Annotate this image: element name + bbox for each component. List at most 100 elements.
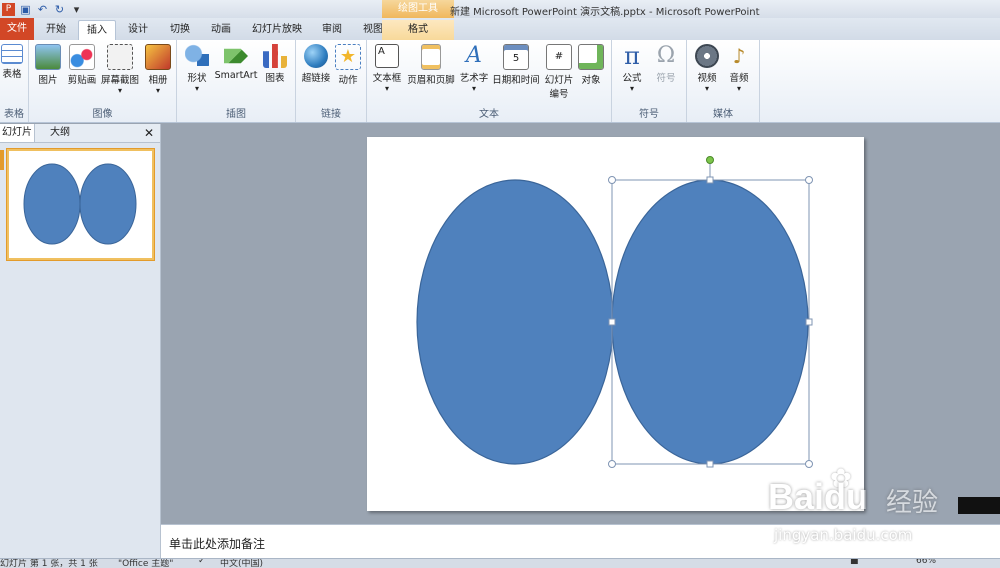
handle-bottom-left[interactable] bbox=[608, 460, 616, 468]
view-normal-icon[interactable]: ■ bbox=[850, 559, 859, 566]
chevron-down-icon: ▾ bbox=[155, 86, 160, 95]
chevron-down-icon: ▾ bbox=[117, 86, 122, 95]
slide-thumbnail[interactable] bbox=[7, 149, 154, 260]
jingyan-text: 经验 bbox=[886, 488, 939, 518]
close-icon[interactable]: ✕ bbox=[142, 124, 156, 142]
textbox-button[interactable]: A 文本框 ▾ bbox=[371, 44, 403, 93]
group-illustrations-label: 插图 bbox=[226, 109, 246, 120]
tab-outline[interactable]: 大纲 bbox=[40, 124, 80, 142]
wordart-label: 艺术字 bbox=[459, 73, 489, 84]
save-icon[interactable]: ▣ bbox=[19, 3, 32, 16]
screenshot-button[interactable]: 屏幕截图 ▾ bbox=[99, 44, 141, 95]
group-table: 表格 表格 bbox=[0, 40, 29, 122]
tab-transitions[interactable]: 切换 bbox=[164, 20, 196, 40]
tab-animations[interactable]: 动画 bbox=[205, 20, 237, 40]
ribbon-tab-row: 开始 插入 设计 切换 动画 幻灯片放映 审阅 视图 格式 bbox=[0, 18, 1000, 41]
header-footer-button[interactable]: 页眉和页脚 bbox=[405, 44, 457, 86]
table-label: 表格 bbox=[2, 69, 22, 80]
object-button[interactable]: 对象 bbox=[577, 44, 605, 86]
header-footer-label: 页眉和页脚 bbox=[407, 75, 455, 86]
context-tool-label: 绘图工具 bbox=[382, 0, 454, 18]
group-images-label: 图像 bbox=[92, 109, 113, 120]
object-label: 对象 bbox=[581, 75, 601, 86]
slide-svg bbox=[416, 156, 813, 468]
globe-link-icon bbox=[304, 44, 328, 68]
audio-button[interactable]: ♪ 音频 ▾ bbox=[725, 44, 753, 93]
album-label: 相册 bbox=[148, 75, 168, 86]
smartart-label: SmartArt bbox=[214, 70, 258, 81]
undo-icon[interactable]: ↶ bbox=[36, 3, 49, 16]
table-button[interactable]: 表格 bbox=[0, 44, 26, 80]
handle-top-left[interactable] bbox=[608, 176, 616, 184]
tab-slides[interactable]: 幻灯片 bbox=[0, 124, 35, 142]
screenshot-icon bbox=[107, 44, 133, 70]
chevron-down-icon: ▾ bbox=[704, 84, 709, 93]
hyperlink-button[interactable]: 超链接 bbox=[299, 44, 333, 84]
status-zoom[interactable]: 66% bbox=[916, 559, 936, 566]
slide-canvas[interactable] bbox=[367, 137, 864, 511]
tab-slideshow[interactable]: 幻灯片放映 bbox=[248, 20, 306, 40]
picture-button[interactable]: 图片 bbox=[32, 44, 64, 86]
textbox-label: 文本框 bbox=[372, 73, 402, 84]
slide-number-button[interactable]: # 幻灯片 编号 bbox=[543, 44, 575, 100]
rotate-handle[interactable] bbox=[706, 156, 714, 164]
notes-placeholder[interactable]: 单击此处添加备注 bbox=[169, 535, 265, 552]
datetime-label: 日期和时间 bbox=[492, 75, 540, 86]
title-bar: P ▣ ↶ ↻ ▾ 绘图工具 新建 Microsoft PowerPoint 演… bbox=[0, 0, 1000, 18]
oval-shape-left[interactable] bbox=[416, 179, 614, 465]
handle-top-right[interactable] bbox=[805, 176, 813, 184]
handle-right[interactable] bbox=[805, 318, 813, 326]
chevron-down-icon: ▾ bbox=[736, 84, 741, 93]
oval-shape-right[interactable] bbox=[611, 179, 809, 465]
tab-design[interactable]: 设计 bbox=[122, 20, 154, 40]
slides-pane: 幻灯片 大纲 ✕ bbox=[0, 124, 161, 567]
chart-icon bbox=[263, 44, 287, 68]
group-symbols: π 公式 ▾ Ω 符号 符号 bbox=[612, 40, 687, 122]
video-button[interactable]: 视频 ▾ bbox=[693, 44, 721, 93]
thumbnail-canvas bbox=[23, 163, 137, 245]
symbol-label: 符号 bbox=[656, 73, 676, 84]
tab-review[interactable]: 审阅 bbox=[315, 20, 349, 40]
hyperlink-label: 超链接 bbox=[301, 73, 331, 84]
header-footer-icon bbox=[421, 44, 441, 70]
group-links: 超链接 ★ 动作 链接 bbox=[296, 40, 367, 122]
equation-button[interactable]: π 公式 ▾ bbox=[618, 44, 646, 93]
chart-label: 图表 bbox=[265, 73, 285, 84]
picture-icon bbox=[35, 44, 61, 70]
spellcheck-icon[interactable]: ✓ bbox=[198, 559, 206, 566]
action-button[interactable]: ★ 动作 bbox=[334, 44, 362, 86]
tab-insert[interactable]: 插入 bbox=[78, 20, 116, 41]
equation-label: 公式 bbox=[622, 73, 642, 84]
slide-number-label-1: 幻灯片 bbox=[544, 75, 574, 86]
group-text-label: 文本 bbox=[479, 109, 499, 120]
handle-left[interactable] bbox=[608, 318, 616, 326]
redo-icon[interactable]: ↻ bbox=[53, 3, 66, 16]
tab-format[interactable]: 格式 bbox=[382, 20, 454, 40]
thumb-oval-left bbox=[23, 163, 81, 245]
shapes-button[interactable]: 形状 ▾ bbox=[183, 44, 211, 93]
video-label: 视频 bbox=[697, 73, 717, 84]
wordart-button[interactable]: A 艺术字 ▾ bbox=[459, 43, 489, 94]
wordart-icon: A bbox=[466, 43, 482, 68]
ppt-logo-icon[interactable]: P bbox=[2, 2, 15, 16]
textbox-icon: A bbox=[375, 44, 399, 68]
tab-file[interactable]: 文件 bbox=[0, 18, 34, 40]
group-text: A 文本框 ▾ 页眉和页脚 A 艺术字 ▾ 5 日期和时间 # 幻灯片 编号 对… bbox=[367, 40, 612, 122]
datetime-button[interactable]: 5 日期和时间 bbox=[491, 44, 541, 86]
clipart-button[interactable]: 剪贴画 bbox=[65, 44, 99, 86]
smartart-button[interactable]: SmartArt bbox=[213, 44, 259, 81]
chart-button[interactable]: 图表 bbox=[261, 44, 289, 84]
handle-bottom[interactable] bbox=[706, 460, 714, 468]
speaker-icon: ♪ bbox=[732, 44, 746, 68]
group-links-label: 链接 bbox=[321, 109, 341, 120]
tab-home[interactable]: 开始 bbox=[40, 20, 72, 40]
thumb-oval-right bbox=[79, 163, 137, 245]
symbol-button[interactable]: Ω 符号 bbox=[652, 44, 680, 85]
album-button[interactable]: 相册 ▾ bbox=[143, 44, 173, 95]
slide-number-label-2: 编号 bbox=[549, 89, 569, 100]
group-media-label: 媒体 bbox=[713, 109, 733, 120]
handle-top[interactable] bbox=[706, 176, 714, 184]
customize-icon[interactable]: ▾ bbox=[70, 3, 83, 16]
action-star-icon: ★ bbox=[335, 44, 361, 70]
clipart-icon bbox=[69, 44, 95, 70]
